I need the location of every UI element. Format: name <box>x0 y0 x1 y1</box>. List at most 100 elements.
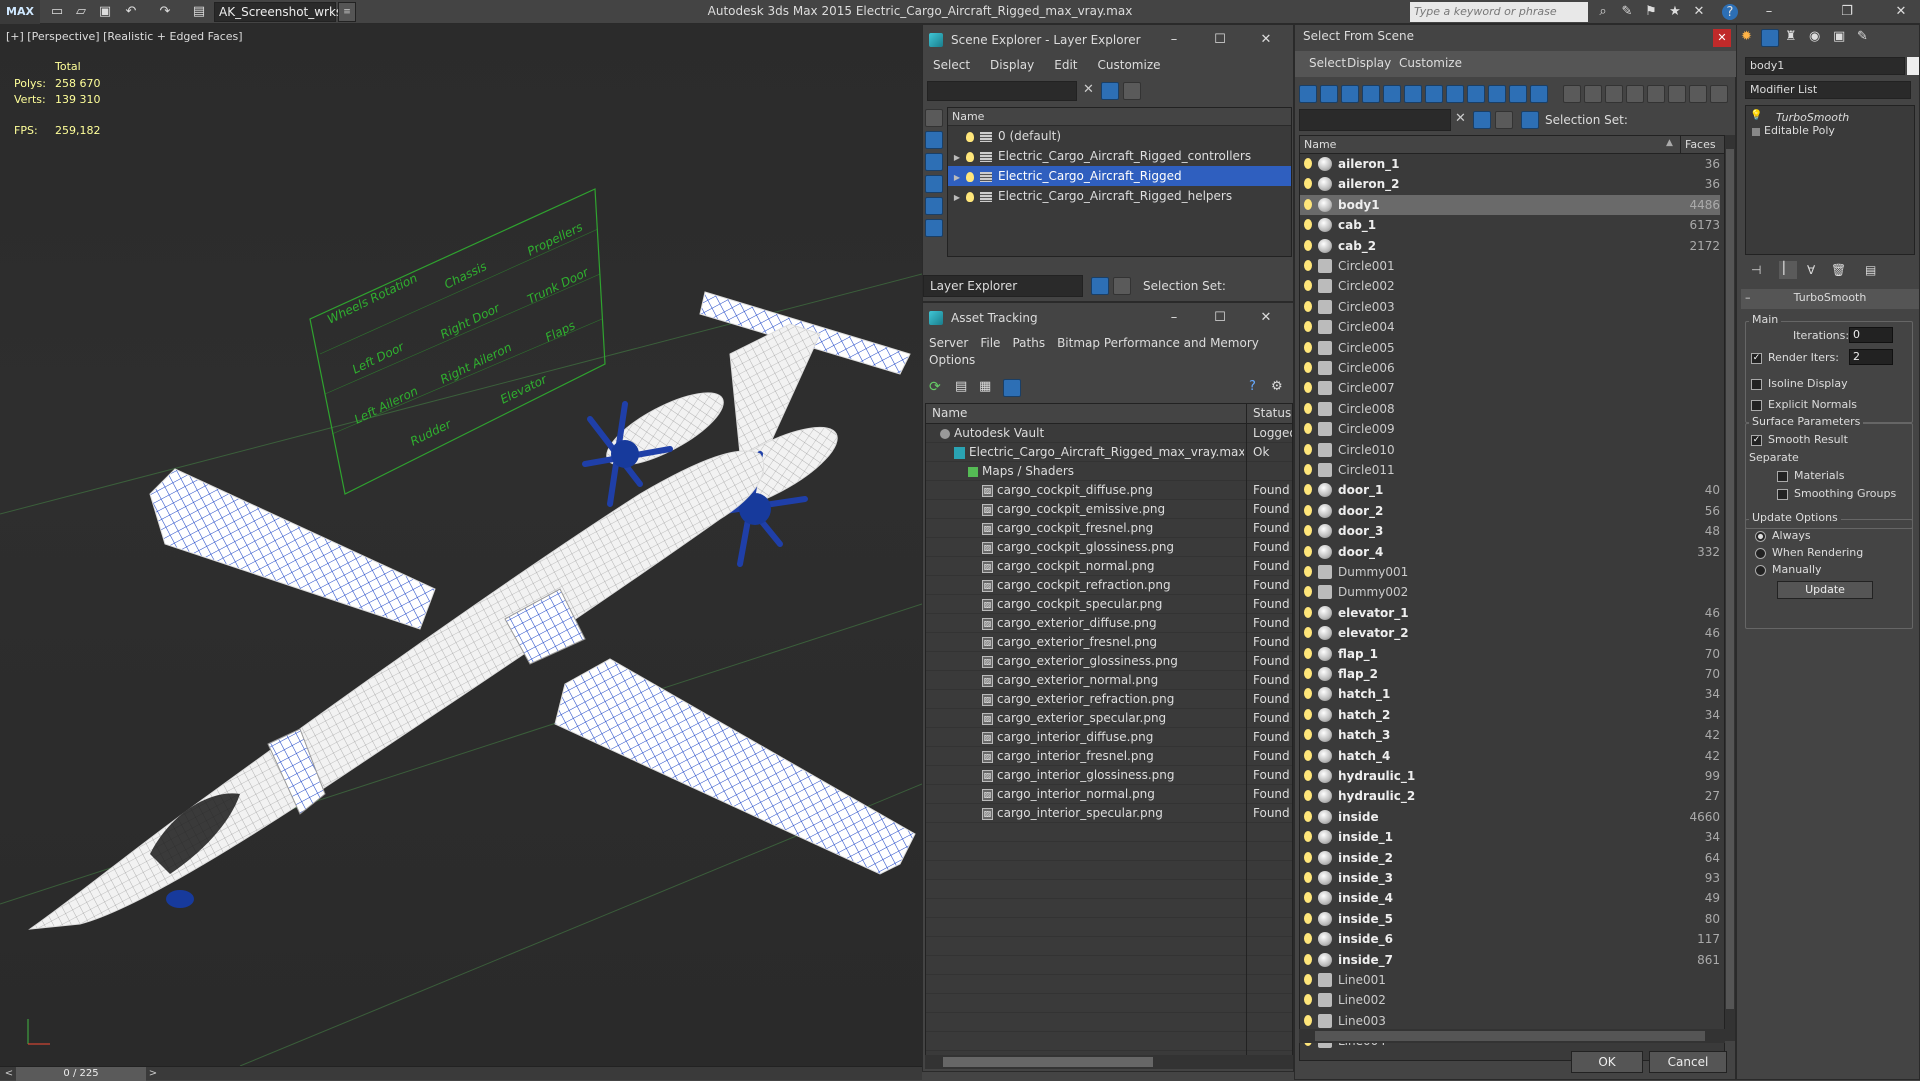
bulb-icon[interactable] <box>1304 668 1312 679</box>
modify-tab-icon[interactable] <box>1761 29 1779 47</box>
find-case-icon[interactable] <box>1689 85 1707 103</box>
select-from-scene-titlebar[interactable]: Select From Scene ✕ <box>1295 25 1737 51</box>
bulb-icon[interactable] <box>1304 790 1312 802</box>
viewport-label[interactable]: [+] [Perspective] [Realistic + Edged Fac… <box>6 30 243 43</box>
bulb-icon[interactable] <box>1304 872 1312 883</box>
manually-radio[interactable]: Manually <box>1755 563 1822 576</box>
exchange-icon[interactable]: ✕ <box>1690 3 1708 21</box>
asset-row[interactable]: ▨ cargo_cockpit_emissive.png Found <box>926 500 1292 519</box>
asset-row[interactable]: ▨ cargo_interior_diffuse.png Found <box>926 728 1292 747</box>
layer-row[interactable]: ▶ Electric_Cargo_Aircraft_Rigged <box>948 166 1291 186</box>
bulb-icon[interactable] <box>1304 974 1312 985</box>
menu-display[interactable]: Display <box>980 55 1044 75</box>
bulb-icon[interactable] <box>1304 464 1312 475</box>
asset-col-name[interactable]: Name <box>932 406 967 420</box>
object-row[interactable]: inside_6 117 <box>1300 929 1720 949</box>
bulb-icon[interactable] <box>1304 341 1312 353</box>
bulb-icon[interactable] <box>1304 321 1312 333</box>
bulb-icon[interactable] <box>1304 688 1312 700</box>
minimize-icon[interactable]: – <box>1760 3 1778 21</box>
invert-display-icon[interactable] <box>1605 85 1623 103</box>
favorites-icon[interactable]: ★ <box>1666 3 1684 21</box>
refresh-icon[interactable]: ⟳ <box>929 379 941 395</box>
bulb-icon[interactable] <box>1304 994 1312 1006</box>
table-view-icon[interactable] <box>1003 379 1021 397</box>
bulb-icon[interactable] <box>1304 484 1312 496</box>
perspective-viewport[interactable]: [+] [Perspective] [Realistic + Edged Fac… <box>0 24 922 1066</box>
stack-item-editable-poly[interactable]: Editable Poly <box>1764 124 1835 137</box>
timeline-prev-button[interactable]: < <box>2 1067 16 1081</box>
bulb-icon[interactable] <box>1304 178 1312 190</box>
bulb-icon[interactable] <box>1304 219 1312 231</box>
bulb-icon[interactable] <box>1304 831 1312 843</box>
asset-col-status[interactable]: Status <box>1246 404 1292 424</box>
maximize-icon[interactable]: ☐ <box>1197 303 1243 333</box>
display-xrefs-icon[interactable] <box>1446 85 1464 103</box>
iterations-spinner[interactable]: 0 <box>1849 327 1893 343</box>
bulb-icon[interactable] <box>1304 382 1312 394</box>
display-frozen-icon[interactable] <box>1509 85 1527 103</box>
asset-row[interactable]: Autodesk Vault Logged <box>926 424 1292 443</box>
render-iters-checkbox[interactable]: ✓ Render Iters: <box>1751 351 1839 364</box>
bulb-icon[interactable] <box>1304 504 1312 516</box>
asset-row[interactable]: ▨ cargo_cockpit_fresnel.png Found <box>926 519 1292 538</box>
help-icon[interactable]: ? <box>1249 379 1256 394</box>
menu-select[interactable]: Select <box>923 55 980 75</box>
bulb-icon[interactable] <box>1304 892 1312 904</box>
close-icon[interactable]: ✕ <box>1892 3 1910 21</box>
object-row[interactable]: hydraulic_1 99 <box>1300 766 1720 786</box>
bulb-icon[interactable] <box>1304 749 1312 761</box>
always-radio[interactable]: Always <box>1755 529 1811 542</box>
display-cameras-icon[interactable] <box>1362 85 1380 103</box>
object-row[interactable]: inside_7 861 <box>1300 950 1720 970</box>
object-row[interactable]: hatch_4 42 <box>1300 746 1720 766</box>
utilities-tab-icon[interactable]: ✎ <box>1857 29 1868 44</box>
bulb-icon[interactable] <box>1304 260 1312 271</box>
menu-bitmap-performance[interactable]: Bitmap Performance and Memory <box>1051 333 1265 353</box>
bulb-icon[interactable] <box>1304 443 1312 455</box>
bulb-icon[interactable] <box>1304 851 1312 863</box>
object-row[interactable]: cab_1 6173 <box>1300 215 1720 235</box>
undo-icon[interactable]: ↶ <box>122 3 140 21</box>
object-row[interactable]: flap_1 70 <box>1300 644 1720 664</box>
checkbox-icon[interactable] <box>1777 470 1788 482</box>
close-icon[interactable]: ✕ <box>1713 29 1731 47</box>
sync-selection-icon[interactable] <box>1710 85 1728 103</box>
bulb-icon[interactable] <box>1304 912 1312 924</box>
asset-row[interactable]: ▨ cargo_exterior_normal.png Found <box>926 671 1292 690</box>
bulb-icon[interactable] <box>1304 586 1312 598</box>
object-row[interactable]: Circle009 <box>1300 419 1720 439</box>
smooth-result-checkbox[interactable]: ✓ Smooth Result <box>1751 433 1848 446</box>
asset-row[interactable]: ▨ cargo_cockpit_diffuse.png Found <box>926 481 1292 500</box>
object-row[interactable]: aileron_1 36 <box>1300 154 1720 174</box>
layer-explorer-icon[interactable] <box>1091 277 1109 295</box>
display-lights-icon[interactable] <box>925 175 943 193</box>
object-color-swatch[interactable] <box>1907 57 1919 75</box>
display-tab-icon[interactable]: ▣ <box>1833 29 1845 44</box>
modifier-list-dropdown[interactable]: Modifier List <box>1745 81 1911 99</box>
col-faces[interactable]: Faces <box>1680 136 1720 154</box>
object-row[interactable]: Circle011 <box>1300 460 1720 480</box>
object-row[interactable]: Circle005 <box>1300 338 1720 358</box>
hierarchy-icon[interactable] <box>1113 277 1131 295</box>
select-none-icon[interactable] <box>1647 85 1665 103</box>
materials-checkbox[interactable]: Materials <box>1777 469 1844 482</box>
restore-icon[interactable]: ❐ <box>1838 3 1856 21</box>
asset-row[interactable]: ▨ cargo_exterior_refraction.png Found <box>926 690 1292 709</box>
empty-asset-row[interactable] <box>926 861 1292 880</box>
select-find-field[interactable] <box>1299 109 1451 131</box>
binoculars-icon[interactable]: ⌕ <box>1594 3 1612 21</box>
isoline-display-checkbox[interactable]: Isoline Display <box>1751 377 1848 390</box>
ok-button[interactable]: OK <box>1571 1051 1643 1073</box>
app-logo[interactable]: MAX <box>0 0 40 24</box>
bulb-icon[interactable] <box>1304 280 1312 292</box>
asset-row[interactable]: ▨ cargo_exterior_glossiness.png Found <box>926 652 1292 671</box>
minimize-icon[interactable]: – <box>1151 25 1197 55</box>
expand-arrow-icon[interactable]: ▶ <box>948 168 966 188</box>
empty-asset-row[interactable] <box>926 937 1292 956</box>
menu-server[interactable]: Server <box>923 333 974 353</box>
workspace-dropdown[interactable]: AK_Screenshot_wrksp <box>214 2 350 22</box>
object-row[interactable]: inside_5 80 <box>1300 909 1720 929</box>
open-file-icon[interactable]: ▱ <box>72 3 90 21</box>
checkbox-icon[interactable]: ✓ <box>1751 352 1762 364</box>
